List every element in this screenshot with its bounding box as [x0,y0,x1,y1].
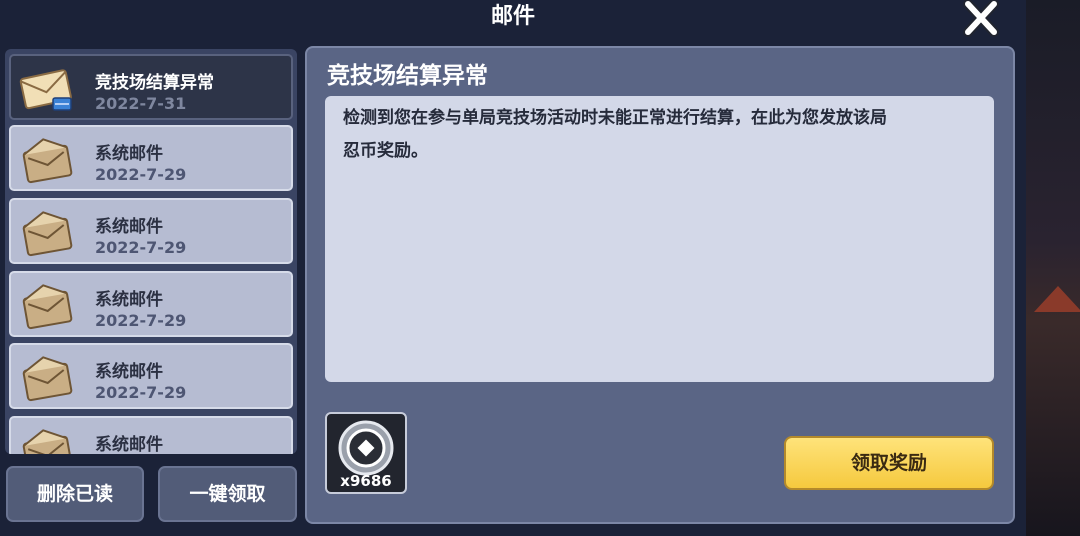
mail-item[interactable]: 系统邮件 2022-7-29 [9,271,293,337]
delete-read-button[interactable]: 删除已读 [6,466,144,522]
mail-list[interactable]: 竞技场结算异常 2022-7-31 系统邮件 2022-7-29 系统邮件 20… [5,49,297,454]
mail-item-title: 系统邮件 [95,435,163,454]
mail-item[interactable]: 系统邮件 2022-7-29 [9,343,293,409]
reward-item[interactable]: x9686 [325,412,407,494]
close-button[interactable] [958,0,1004,38]
mail-item-date: 2022-7-29 [95,238,187,257]
envelope-open-icon [22,356,73,402]
envelope-open-icon [22,429,73,454]
mail-item-date: 2022-7-29 [95,165,187,184]
mail-body-line: 忍币奖励。 [343,141,428,161]
window-title: 邮件 [490,4,535,29]
scene-roof-decoration [1034,286,1080,312]
mail-item-title: 系统邮件 [95,217,163,237]
envelope-open-icon [22,284,73,330]
claim-all-button[interactable]: 一键领取 [158,466,297,522]
mail-item-title: 系统邮件 [95,144,163,164]
mail-item-partial[interactable]: 系统邮件 [9,416,293,454]
ninja-coin-icon [338,420,394,476]
mail-item[interactable]: 系统邮件 2022-7-29 [9,198,293,264]
game-scene-background [1026,0,1080,536]
reward-count: x9686 [340,472,392,490]
close-icon [963,0,999,37]
envelope-open-icon [22,211,73,257]
mail-item-title: 系统邮件 [95,362,163,382]
mail-item-date: 2022-7-31 [95,94,187,113]
mail-item-selected[interactable]: 竞技场结算异常 2022-7-31 [9,54,293,120]
mail-item-title: 竞技场结算异常 [95,73,214,93]
claim-reward-button[interactable]: 领取奖励 [784,436,994,490]
mail-item-date: 2022-7-29 [95,383,187,402]
mail-item-title: 系统邮件 [95,290,163,310]
envelope-open-icon [22,138,73,184]
mail-content-box: 检测到您在参与单局竞技场活动时未能正常进行结算，在此为您发放该局 忍币奖励。 [325,96,994,382]
envelope-closed-icon [19,69,72,111]
mail-item[interactable]: 系统邮件 2022-7-29 [9,125,293,191]
mail-detail-title: 竞技场结算异常 [327,63,488,89]
mail-item-date: 2022-7-29 [95,311,187,330]
mail-body-line: 检测到您在参与单局竞技场活动时未能正常进行结算，在此为您发放该局 [343,108,887,128]
